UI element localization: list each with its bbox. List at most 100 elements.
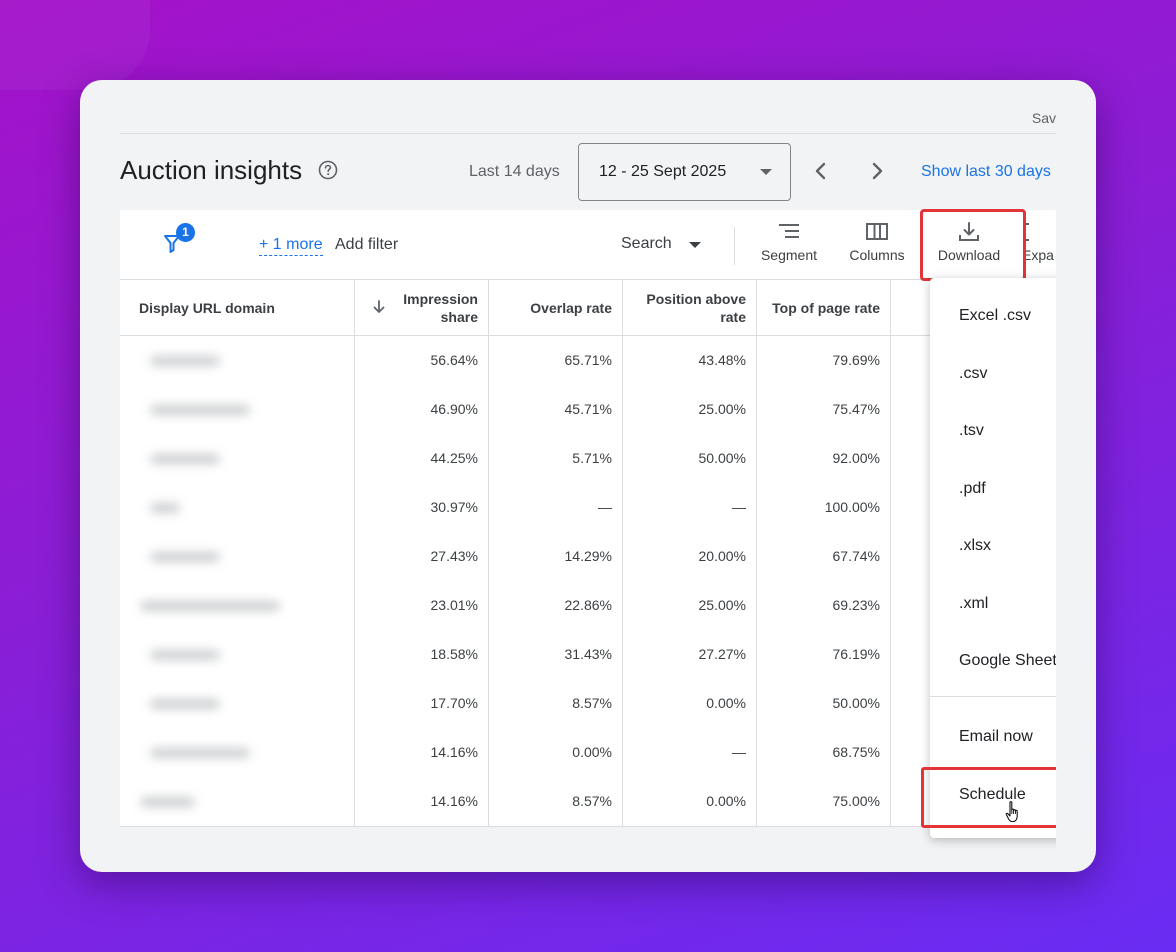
columns-icon — [866, 223, 888, 240]
download-highlight-box — [920, 209, 1026, 281]
cell-overlap-rate: 45.71% — [489, 385, 623, 434]
cell-display-url-domain[interactable] — [120, 679, 355, 728]
redacted-domain — [150, 454, 220, 465]
cell-overlap-rate: 22.86% — [489, 581, 623, 630]
cell-impression-share: 18.58% — [355, 630, 489, 679]
header-position-above-rate[interactable]: Position above rate — [623, 280, 757, 335]
table-row[interactable]: 14.16% 0.00% —68.75% — [120, 728, 1056, 778]
menu-item-xlsx[interactable]: .xlsx — [959, 537, 991, 555]
caret-down-icon — [760, 169, 772, 175]
cell-top-of-page-rate: 79.69% — [757, 336, 891, 385]
cell-display-url-domain[interactable] — [120, 581, 355, 630]
redacted-domain — [140, 601, 280, 612]
chevron-right-icon[interactable] — [864, 158, 890, 184]
menu-item-email-now[interactable]: Email now — [959, 728, 1033, 746]
header-label: Impression share — [403, 291, 478, 325]
cell-impression-share: 27.43% — [355, 532, 489, 581]
filter-count-badge: 1 — [176, 223, 195, 242]
redacted-domain — [150, 503, 180, 514]
cell-top-of-page-rate: 68.75% — [757, 728, 891, 777]
columns-button[interactable]: Columns — [840, 222, 914, 272]
menu-item-google-sheets[interactable]: Google Sheets — [959, 652, 1056, 670]
cell-display-url-domain[interactable] — [120, 728, 355, 777]
redacted-domain — [150, 356, 220, 367]
cell-impression-share: 14.16% — [355, 777, 489, 826]
cell-display-url-domain[interactable] — [120, 385, 355, 434]
hand-pointer-icon — [1005, 801, 1018, 823]
menu-item-csv[interactable]: .csv — [959, 365, 987, 383]
table-row[interactable]: 17.70% 8.57% 0.00% 50.00% — [120, 679, 1056, 729]
columns-label: Columns — [849, 247, 905, 263]
cell-impression-share: 46.90% — [355, 385, 489, 434]
cell-overlap-rate: 8.57% — [489, 679, 623, 728]
table-row[interactable]: 14.16% 8.57% 0.00% 75.00% — [120, 777, 1056, 827]
cell-display-url-domain[interactable] — [120, 483, 355, 532]
arrow-down-icon — [373, 300, 385, 313]
search-dropdown[interactable]: Search — [621, 235, 672, 253]
menu-item-pdf[interactable]: .pdf — [959, 480, 986, 498]
cell-impression-share: 14.16% — [355, 728, 489, 777]
partial-save-text[interactable]: Sav — [1032, 110, 1056, 126]
cell-top-of-page-rate: 92.00% — [757, 434, 891, 483]
cell-position-above-rate: 43.48% — [623, 336, 757, 385]
table-row[interactable]: 27.43% 14.29% 20.00% 67.74% — [120, 532, 1056, 582]
cell-overlap-rate: 0.00% — [489, 728, 623, 777]
page-title: Auction insights — [120, 155, 303, 185]
table-row[interactable]: 23.01% 22.86% 25.00% 69.23% — [120, 581, 1056, 631]
cell-position-above-rate: 0.00% — [623, 777, 757, 826]
header-label: Top of page rate — [772, 300, 880, 316]
cell-overlap-rate: 5.71% — [489, 434, 623, 483]
cell-top-of-page-rate: 67.74% — [757, 532, 891, 581]
cell-position-above-rate: — — [623, 483, 757, 532]
cell-position-above-rate: 0.00% — [623, 679, 757, 728]
segment-button[interactable]: Segment — [752, 222, 826, 272]
download-menu: Excel .csv .csv .tsv .pdf .xlsx .xml Goo… — [930, 278, 1056, 838]
cell-overlap-rate: — — [489, 483, 623, 532]
show-last-30-days-link[interactable]: Show last 30 days — [921, 163, 1051, 181]
cell-impression-share: 56.64% — [355, 336, 489, 385]
date-range-label: Last 14 days — [469, 163, 560, 180]
menu-item-xml[interactable]: .xml — [959, 595, 988, 613]
cell-display-url-domain[interactable] — [120, 777, 355, 826]
redacted-domain — [150, 650, 220, 661]
cell-overlap-rate: 65.71% — [489, 336, 623, 385]
more-filters-link[interactable]: + 1 more — [259, 236, 323, 256]
cell-position-above-rate: 20.00% — [623, 532, 757, 581]
chevron-left-icon[interactable] — [808, 158, 834, 184]
cell-display-url-domain[interactable] — [120, 630, 355, 679]
menu-item-excel-csv[interactable]: Excel .csv — [959, 307, 1031, 325]
table-row[interactable]: 44.25% 5.71% 50.00% 92.00% — [120, 434, 1056, 484]
cell-top-of-page-rate: 50.00% — [757, 679, 891, 728]
segment-icon — [779, 224, 799, 238]
expand-button[interactable]: Expa — [1022, 222, 1056, 272]
date-range-picker[interactable]: 12 - 25 Sept 2025 — [578, 143, 791, 201]
report-panel: Sav Auction insights Last 14 days 12 - 2… — [120, 80, 1056, 872]
table-row[interactable]: 30.97% — —100.00% — [120, 483, 1056, 533]
auction-insights-card: Sav Auction insights Last 14 days 12 - 2… — [80, 80, 1096, 872]
cell-display-url-domain[interactable] — [120, 336, 355, 385]
help-circle-icon[interactable] — [318, 160, 338, 180]
redacted-domain — [140, 797, 195, 808]
cell-top-of-page-rate: 75.00% — [757, 777, 891, 826]
header-top-of-page-rate[interactable]: Top of page rate — [757, 280, 891, 335]
cell-display-url-domain[interactable] — [120, 434, 355, 483]
table-row[interactable]: 46.90% 45.71% 25.00% 75.47% — [120, 385, 1056, 435]
redacted-domain — [150, 699, 220, 710]
cell-position-above-rate: 50.00% — [623, 434, 757, 483]
cell-impression-share: 44.25% — [355, 434, 489, 483]
menu-item-tsv[interactable]: .tsv — [959, 422, 984, 440]
header-impression-share[interactable]: Impression share — [355, 280, 489, 335]
table-row[interactable]: 56.64% 65.71% 43.48% 79.69% — [120, 336, 1056, 386]
cell-position-above-rate: 25.00% — [623, 385, 757, 434]
expand-label: Expa — [1022, 247, 1054, 263]
header-display-url-domain[interactable]: Display URL domain — [120, 280, 355, 335]
redacted-domain — [150, 405, 250, 416]
cell-impression-share: 23.01% — [355, 581, 489, 630]
cell-position-above-rate: 25.00% — [623, 581, 757, 630]
cell-overlap-rate: 14.29% — [489, 532, 623, 581]
add-filter-button[interactable]: Add filter — [335, 236, 398, 254]
table-row[interactable]: 18.58% 31.43% 27.27% 76.19% — [120, 630, 1056, 680]
table-toolbar: 1 + 1 more Add filter Search Segment Col… — [120, 210, 1056, 280]
cell-display-url-domain[interactable] — [120, 532, 355, 581]
header-overlap-rate[interactable]: Overlap rate — [489, 280, 623, 335]
